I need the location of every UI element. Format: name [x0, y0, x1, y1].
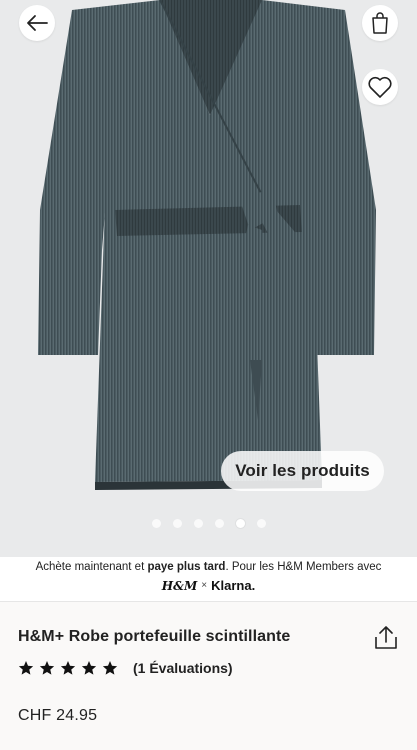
klarna-banner-text: Achète maintenant et paye plus tard. Pou… [0, 560, 417, 574]
hm-logo: H&M [161, 578, 198, 593]
back-button[interactable] [19, 5, 55, 41]
carousel-dot[interactable] [151, 519, 161, 528]
shopping-bag-button[interactable] [362, 5, 398, 41]
star-icon [18, 661, 34, 675]
klarna-text-suffix: . Pour les H&M Members avec [225, 561, 382, 573]
product-image-carousel[interactable]: Voir les produits [0, 0, 417, 557]
klarna-logo: Klarna. [211, 578, 256, 593]
carousel-dot[interactable] [172, 519, 182, 528]
star-icon [60, 661, 76, 675]
carousel-dot-active[interactable] [235, 519, 245, 528]
klarna-text-prefix: Achète maintenant et [35, 561, 148, 573]
times-symbol: × [201, 580, 208, 591]
star-icon [39, 661, 55, 675]
rating-count[interactable]: (1 Évaluations) [133, 660, 233, 676]
klarna-text-bold: paye plus tard [147, 561, 226, 573]
product-title: H&M+ Robe portefeuille scintillante [18, 628, 291, 645]
carousel-dot[interactable] [256, 519, 266, 528]
klarna-banner[interactable]: Achète maintenant et paye plus tard. Pou… [0, 557, 417, 602]
rating-stars [18, 660, 118, 676]
carousel-pagination [0, 519, 417, 531]
product-price: CHF 24.95 [18, 707, 98, 724]
shopping-bag-icon [372, 12, 388, 34]
carousel-dot[interactable] [214, 519, 224, 528]
share-button[interactable] [372, 624, 400, 652]
heart-icon [368, 76, 392, 98]
carousel-dot[interactable] [193, 519, 203, 528]
view-products-button[interactable]: Voir les produits [221, 451, 384, 491]
arrow-left-icon [27, 15, 48, 31]
product-rating[interactable]: (1 Évaluations) [18, 658, 233, 678]
partner-logos: H&M × Klarna. [0, 578, 417, 593]
share-icon [375, 626, 397, 649]
favorite-button[interactable] [362, 69, 398, 105]
star-icon [102, 661, 118, 675]
star-icon [81, 661, 97, 675]
